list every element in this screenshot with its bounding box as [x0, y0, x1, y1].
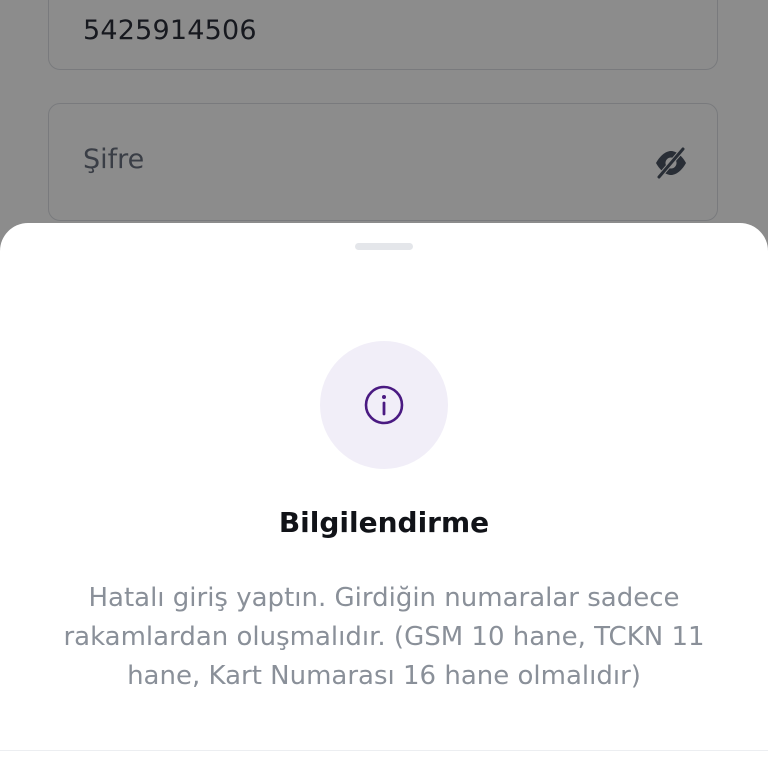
screen: 5425914506 Şifre Bilgilendirme Hatalı gi…	[0, 0, 768, 768]
divider	[0, 750, 768, 751]
dialog-message: Hatalı giriş yaptın. Girdiğin numaralar …	[63, 583, 705, 691]
bottom-sheet: Bilgilendirme Hatalı giriş yaptın. Girdi…	[0, 223, 768, 768]
info-icon-badge	[320, 341, 448, 469]
drag-handle[interactable]	[355, 243, 413, 250]
dialog-title: Bilgilendirme	[278, 506, 490, 539]
info-icon	[364, 385, 404, 425]
